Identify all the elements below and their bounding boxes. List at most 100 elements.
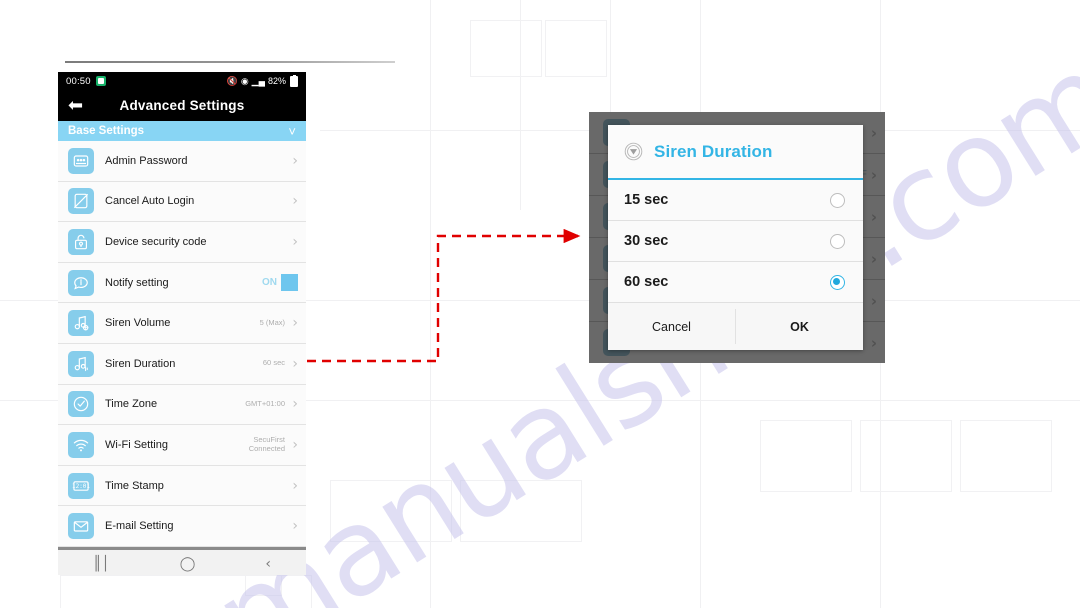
page-title: Advanced Settings <box>119 98 245 113</box>
dialog-option-label: 30 sec <box>624 233 669 249</box>
chevron-right-icon: › <box>870 207 877 226</box>
back-arrow-icon[interactable]: ⬅ <box>68 96 83 115</box>
dialog-panel-screenshot: ›OFF››››› Siren Duration 15 sec30 sec60 … <box>589 112 885 363</box>
wifi-setting-icon <box>68 431 94 458</box>
chevron-right-icon: › <box>292 355 298 372</box>
battery-icon <box>290 74 298 87</box>
settings-row-value: SecuFirst Connected <box>248 435 285 453</box>
chevron-right-icon: › <box>292 233 298 250</box>
settings-row-value: GMT+01:00 <box>245 399 285 409</box>
device-security-code-icon <box>68 228 94 255</box>
connector-path <box>307 228 581 363</box>
settings-row-label: Siren Volume <box>105 317 171 330</box>
dimmed-row-accessory: › <box>871 250 877 268</box>
notify-setting-icon <box>68 269 94 296</box>
settings-row[interactable]: Cancel Auto Login › <box>58 181 306 223</box>
home-icon[interactable]: ◯ <box>180 556 196 572</box>
mute-icon: 🔇 <box>226 75 238 86</box>
time-zone-icon <box>68 391 94 418</box>
status-bar-time: 00:50 <box>66 75 91 87</box>
settings-row[interactable]: Siren Duration 60 sec › <box>58 343 306 385</box>
dialog-option-radio[interactable] <box>830 274 845 290</box>
dialog-option[interactable]: 30 sec <box>608 221 863 262</box>
dialog-option-radio[interactable] <box>830 233 845 249</box>
dialog-option-radio[interactable] <box>830 192 845 208</box>
title-bar: ⬅ Advanced Settings <box>58 90 306 121</box>
settings-row-label: Time Stamp <box>105 479 164 492</box>
settings-row[interactable]: Time Zone GMT+01:00 › <box>58 384 306 426</box>
section-header-base-settings[interactable]: Base Settings ˅ <box>58 121 306 141</box>
siren-duration-icon <box>68 350 94 377</box>
cancel-auto-login-icon <box>68 188 94 215</box>
chevron-right-icon: › <box>870 165 877 184</box>
settings-row[interactable]: Notify setting ON <box>58 262 306 304</box>
chevron-right-icon: › <box>870 291 877 310</box>
toggle-state-label: ON <box>262 277 277 289</box>
dimmed-row-accessory: › <box>871 334 877 352</box>
dialog-actions: Cancel OK <box>608 303 863 350</box>
admin-password-icon <box>68 147 94 174</box>
chevron-right-icon: › <box>292 518 298 535</box>
settings-row-label: Admin Password <box>105 154 188 167</box>
wifi-icon: ◉ <box>240 75 249 86</box>
settings-row-value: 60 sec <box>262 358 285 368</box>
top-divider-rule <box>65 61 395 63</box>
dialog-header: Siren Duration <box>608 125 863 180</box>
section-header-label: Base Settings <box>68 125 145 137</box>
settings-row-label: Cancel Auto Login <box>105 195 195 208</box>
chevron-right-icon: › <box>292 436 298 453</box>
cancel-button[interactable]: Cancel <box>608 303 735 350</box>
dimmed-row-accessory: › <box>871 208 877 226</box>
settings-row[interactable]: Siren Volume 5 (Max) › <box>58 303 306 344</box>
recents-icon[interactable]: ║│ <box>93 556 110 572</box>
status-bar: 00:50 🔇 ◉ ▁▄ 82% <box>58 72 306 90</box>
chevron-right-icon: › <box>870 123 877 142</box>
dialog-option[interactable]: 60 sec <box>608 262 863 303</box>
settings-list: Admin Password › Cancel Auto Login › Device … <box>58 141 306 547</box>
dialog-option-label: 60 sec <box>624 274 669 290</box>
signal-icon: ▁▄ <box>251 75 265 86</box>
notification-icon <box>95 76 106 86</box>
svg-text:12:01: 12:01 <box>72 483 90 490</box>
chevron-right-icon: › <box>292 396 298 413</box>
siren-duration-dialog-icon <box>624 142 643 161</box>
back-icon[interactable]: ‹ <box>265 556 271 572</box>
notify-setting-toggle[interactable]: ON <box>262 274 298 292</box>
settings-row-label: Time Zone <box>105 398 158 411</box>
chevron-right-icon: › <box>292 477 298 494</box>
settings-row-value: 5 (Max) <box>259 317 285 327</box>
battery-percent: 82% <box>267 76 286 86</box>
settings-row[interactable]: 12:01 Time Stamp › <box>58 465 306 507</box>
settings-row-label: E-mail Setting <box>105 520 174 533</box>
siren-volume-icon <box>68 310 94 337</box>
screenshot-root: manualshive.com 00:50 🔇 ◉ ▁▄ 82% ⬅ Advan… <box>0 0 1080 608</box>
siren-duration-dialog: Siren Duration 15 sec 30 sec 60 sec Cancel… <box>608 125 863 350</box>
chevron-right-icon: › <box>292 315 298 332</box>
dimmed-row-accessory: › <box>871 124 877 142</box>
settings-row-label: Wi-Fi Setting <box>105 438 168 451</box>
settings-row[interactable]: Admin Password › <box>58 141 306 182</box>
settings-row-label: Device security code <box>105 235 207 248</box>
settings-row-label: Notify setting <box>105 276 169 289</box>
phone-screenshot: 00:50 🔇 ◉ ▁▄ 82% ⬅ Advanced Settings Bas… <box>58 72 306 575</box>
time-stamp-icon: 12:01 <box>68 472 94 499</box>
chevron-right-icon: › <box>292 152 298 169</box>
android-nav-bar: ║│ ◯ ‹ <box>58 546 306 575</box>
settings-row[interactable]: Wi-Fi Setting SecuFirst Connected › <box>58 425 306 466</box>
chevron-right-icon: › <box>870 249 877 268</box>
dimmed-row-accessory: › <box>871 292 877 310</box>
status-bar-indicators: 🔇 ◉ ▁▄ 82% <box>226 74 298 87</box>
settings-row[interactable]: Device security code › <box>58 222 306 263</box>
dialog-option[interactable]: 15 sec <box>608 180 863 221</box>
chevron-right-icon: › <box>870 333 877 352</box>
dialog-title: Siren Duration <box>654 141 773 161</box>
settings-row[interactable]: E-mail Setting › <box>58 506 306 547</box>
toggle-switch[interactable] <box>281 274 298 292</box>
chevron-right-icon: › <box>292 193 298 210</box>
ok-button[interactable]: OK <box>736 303 863 350</box>
chevron-up-icon: ˅ <box>288 123 296 139</box>
dialog-option-label: 15 sec <box>624 192 669 208</box>
email-setting-icon <box>68 513 94 540</box>
dialog-option-list: 15 sec 30 sec 60 sec <box>608 180 863 303</box>
settings-row-label: Siren Duration <box>105 357 176 370</box>
